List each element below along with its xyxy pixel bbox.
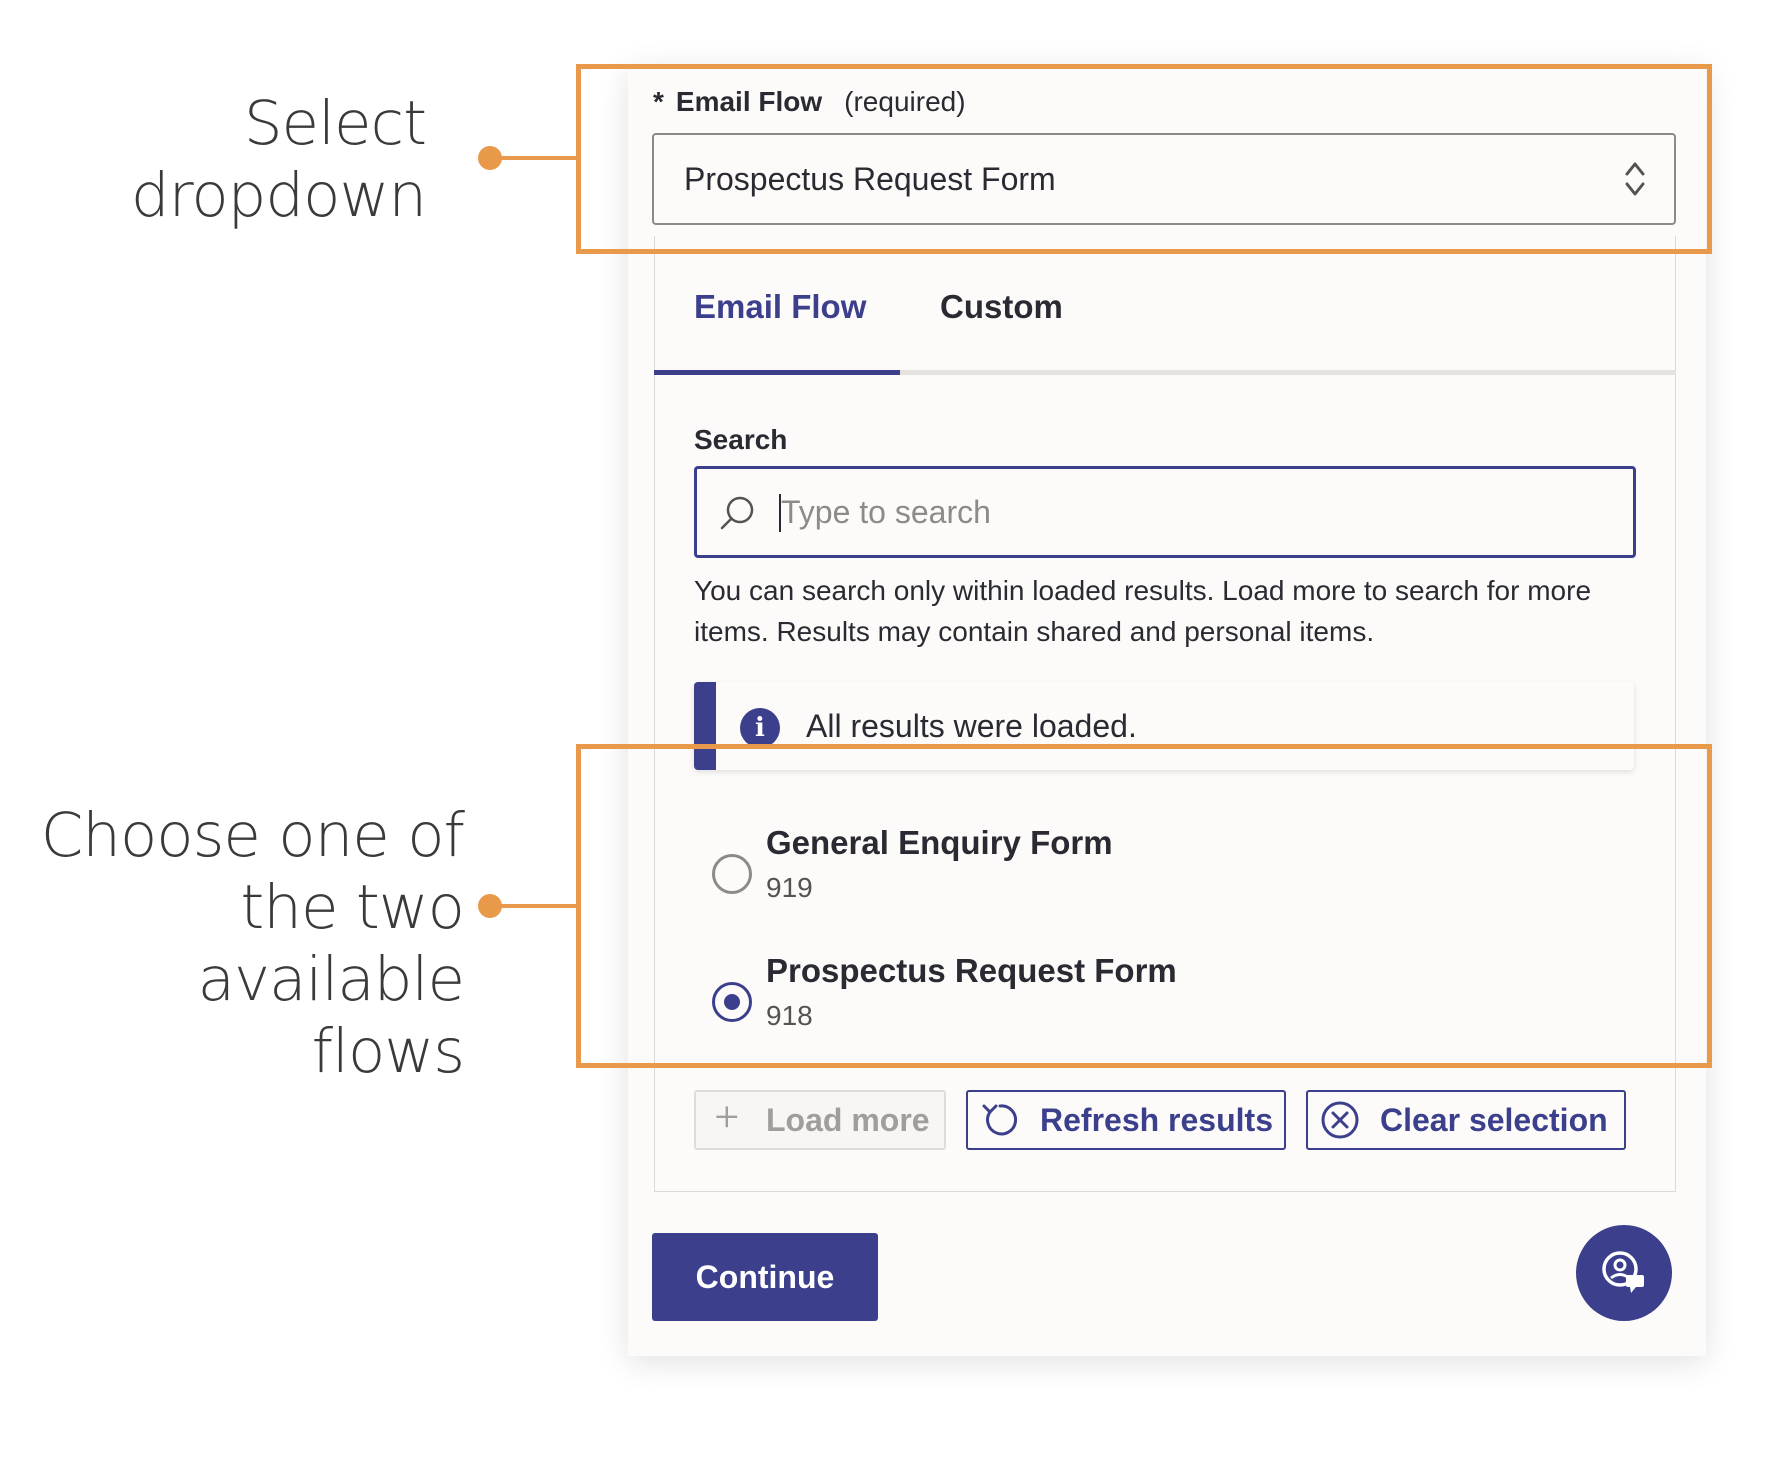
info-stripe bbox=[694, 682, 716, 770]
annotation-connector bbox=[490, 156, 580, 160]
annotation-select-dropdown: Select dropdown bbox=[130, 88, 427, 231]
email-flow-select[interactable]: Prospectus Request Form bbox=[652, 133, 1676, 225]
info-notice: i All results were loaded. bbox=[694, 682, 1634, 770]
required-marker: * bbox=[653, 86, 664, 117]
option-id: 919 bbox=[766, 872, 813, 903]
option-title: General Enquiry Form bbox=[766, 824, 1113, 861]
info-message: All results were loaded. bbox=[806, 708, 1137, 744]
radio-button[interactable] bbox=[712, 854, 752, 894]
clear-circle-icon bbox=[1321, 1101, 1359, 1139]
chevron-up-down-icon bbox=[1625, 162, 1645, 196]
search-box[interactable] bbox=[694, 466, 1636, 558]
tab-active-indicator bbox=[654, 370, 900, 375]
annotation-choose-flows: Choose one of the two available flows bbox=[40, 800, 465, 1087]
field-label: * Email Flow (required) bbox=[653, 86, 966, 118]
info-icon: i bbox=[740, 708, 780, 748]
clear-label: Clear selection bbox=[1380, 1101, 1608, 1138]
clear-selection-button[interactable]: Clear selection bbox=[1306, 1090, 1626, 1150]
option-title: Prospectus Request Form bbox=[766, 952, 1177, 989]
tab-custom[interactable]: Custom bbox=[940, 288, 1063, 326]
dropdown-tabs: Email Flow Custom bbox=[654, 236, 1676, 376]
select-value: Prospectus Request Form bbox=[684, 160, 1056, 197]
refresh-results-button[interactable]: Refresh results bbox=[966, 1090, 1286, 1150]
plus-icon bbox=[716, 1106, 738, 1128]
load-more-label: Load more bbox=[766, 1101, 930, 1138]
required-text: (required) bbox=[844, 86, 966, 117]
annotation-connector bbox=[490, 904, 580, 908]
radio-button-selected[interactable] bbox=[712, 982, 752, 1022]
refresh-label: Refresh results bbox=[1040, 1101, 1273, 1138]
tab-email-flow[interactable]: Email Flow bbox=[694, 288, 866, 326]
refresh-icon bbox=[982, 1104, 1018, 1136]
search-help-text: You can search only within loaded result… bbox=[694, 575, 1592, 647]
search-input[interactable] bbox=[781, 489, 1601, 535]
field-name: Email Flow bbox=[675, 86, 823, 117]
option-id: 918 bbox=[766, 1000, 813, 1031]
support-chat-icon bbox=[1602, 1251, 1644, 1293]
continue-button[interactable]: Continue bbox=[652, 1233, 878, 1321]
support-chat-button[interactable] bbox=[1576, 1225, 1672, 1321]
option-prospectus-request[interactable]: Prospectus Request Form 918 bbox=[710, 952, 1610, 1052]
search-label: Search bbox=[694, 424, 788, 455]
load-more-button[interactable]: Load more bbox=[694, 1090, 946, 1150]
search-icon bbox=[720, 496, 754, 530]
option-general-enquiry[interactable]: General Enquiry Form 919 bbox=[710, 824, 1610, 924]
